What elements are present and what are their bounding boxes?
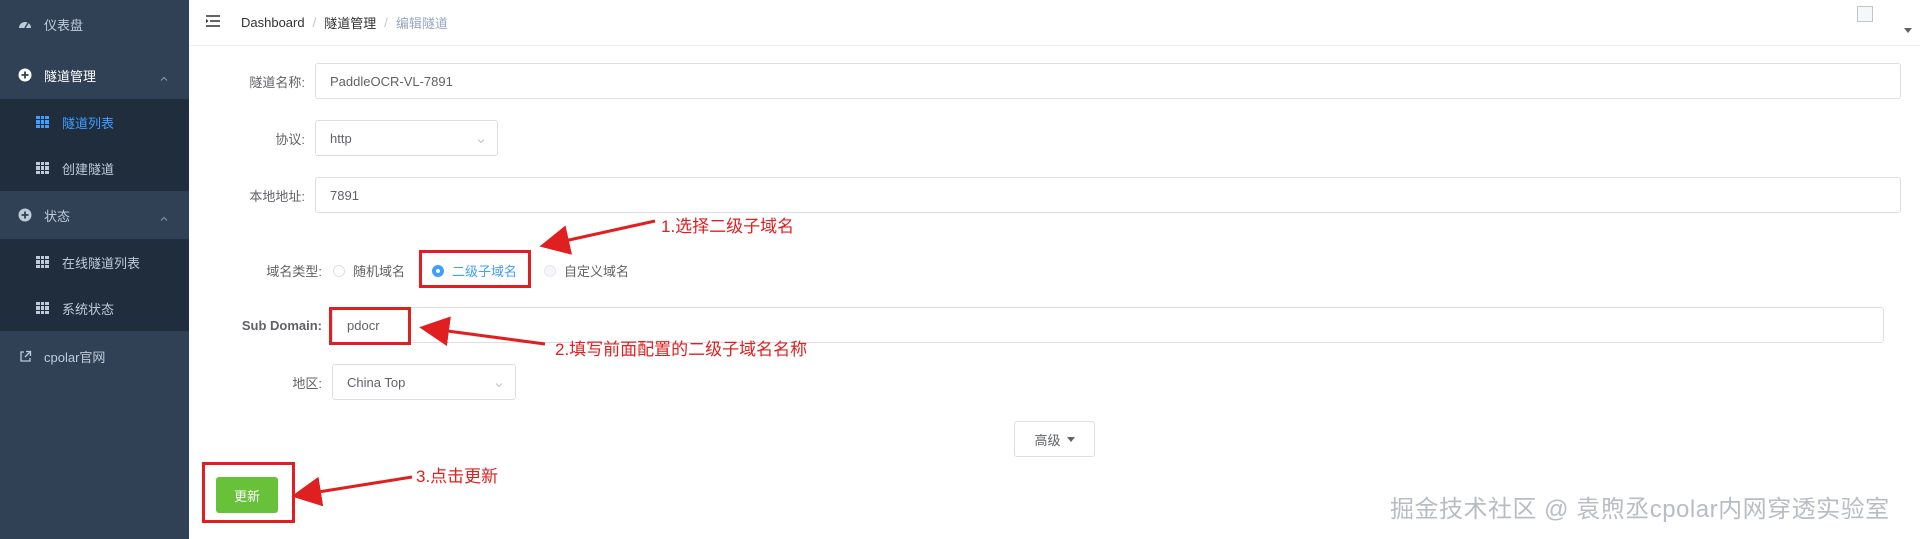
tunnel-name-label: 隧道名称: xyxy=(249,75,305,90)
sidebar-item-label: 在线隧道列表 xyxy=(62,255,141,271)
sidebar: 仪表盘 隧道管理 隧道列表 创建隧道 状态 在线隧道列表 系统状态 cpolar… xyxy=(0,0,189,539)
table-icon xyxy=(36,162,49,174)
chevron-up-icon xyxy=(160,71,168,81)
dashboard-icon xyxy=(18,17,32,31)
protocol-value: http xyxy=(330,130,352,146)
breadcrumb-edit-tunnel: 编辑隧道 xyxy=(395,16,448,31)
annotation-step2: 2.填写前面配置的二级子域名名称 xyxy=(555,340,808,359)
sub-domain-value: pdocr xyxy=(347,317,380,333)
radio-label: 自定义域名 xyxy=(564,264,630,279)
protocol-label: 协议: xyxy=(275,132,305,147)
sidebar-item-label: cpolar官网 xyxy=(44,349,106,365)
breadcrumb-separator: / xyxy=(312,15,317,30)
top-navbar: Dashboard / 隧道管理 / 编辑隧道 xyxy=(189,0,1920,46)
sidebar-item-label: 仪表盘 xyxy=(44,17,84,33)
sub-domain-label: Sub Domain: xyxy=(241,318,322,333)
sidebar-item-label: 隧道管理 xyxy=(44,68,97,84)
sidebar-item-tunnel-management[interactable]: 隧道管理 xyxy=(0,51,189,99)
local-address-input[interactable]: 7891 xyxy=(315,177,1901,213)
chevron-up-icon xyxy=(160,211,168,221)
submenu-status: 在线隧道列表 系统状态 xyxy=(0,239,189,331)
arrow-step1 xyxy=(539,219,656,255)
domain-type-label: 域名类型: xyxy=(266,264,322,279)
sidebar-item-cpolar-site[interactable]: cpolar官网 xyxy=(0,332,189,380)
region-value: China Top xyxy=(347,374,406,390)
radio-custom-domain[interactable]: 自定义域名 xyxy=(544,261,629,280)
external-link-icon xyxy=(18,349,32,363)
radio-label: 随机域名 xyxy=(353,264,406,279)
avatar[interactable] xyxy=(1857,6,1873,22)
table-icon xyxy=(36,302,49,314)
submenu-tunnels: 隧道列表 创建隧道 xyxy=(0,99,189,191)
sidebar-item-online-tunnels[interactable]: 在线隧道列表 xyxy=(0,239,189,285)
advanced-button-label: 高级 xyxy=(1034,432,1061,448)
advanced-button[interactable]: 高级 xyxy=(1014,421,1095,457)
local-address-value: 7891 xyxy=(330,187,359,203)
breadcrumb-dashboard[interactable]: Dashboard xyxy=(241,15,305,30)
sidebar-item-label: 创建隧道 xyxy=(62,161,115,177)
radio-random-domain[interactable]: 随机域名 xyxy=(333,261,405,280)
caret-down-icon xyxy=(1066,436,1075,442)
radio-circle xyxy=(544,264,556,277)
region-label: 地区: xyxy=(292,376,322,391)
update-button-label: 更新 xyxy=(233,488,260,504)
annotation-step1: 1.选择二级子域名 xyxy=(661,217,795,236)
caret-down-icon[interactable] xyxy=(1904,28,1912,33)
sidebar-item-label: 隧道列表 xyxy=(62,115,115,131)
breadcrumb-separator: / xyxy=(384,15,388,30)
breadcrumb-tunnel-management[interactable]: 隧道管理 xyxy=(324,13,376,32)
table-icon xyxy=(36,256,49,268)
table-icon xyxy=(36,116,49,128)
radio-circle xyxy=(432,264,444,277)
tunnel-name-input[interactable]: PaddleOCR-VL-7891 xyxy=(315,63,1901,99)
sidebar-item-system-status[interactable]: 系统状态 xyxy=(0,285,189,331)
radio-subdomain[interactable]: 二级子域名 xyxy=(432,261,517,280)
chevron-down-icon xyxy=(495,377,503,388)
chevron-down-icon xyxy=(477,133,485,144)
annotation-step3: 3.点击更新 xyxy=(416,467,499,486)
update-button[interactable]: 更新 xyxy=(216,477,278,513)
tunnel-name-value: PaddleOCR-VL-7891 xyxy=(330,73,453,89)
sidebar-item-label: 系统状态 xyxy=(62,301,115,317)
watermark: 掘金技术社区 @ 袁煦丞cpolar内网穿透实验室 xyxy=(1390,496,1890,523)
breadcrumb: Dashboard / 隧道管理 / 编辑隧道 xyxy=(241,13,448,32)
sidebar-item-tunnel-list[interactable]: 隧道列表 xyxy=(0,99,189,145)
plus-circle-icon xyxy=(18,208,32,222)
sidebar-item-dashboard[interactable]: 仪表盘 xyxy=(0,0,189,48)
hamburger-icon[interactable] xyxy=(205,14,221,28)
radio-circle xyxy=(333,264,345,277)
sidebar-item-status[interactable]: 状态 xyxy=(0,191,189,239)
region-select[interactable]: China Top xyxy=(332,364,516,400)
sidebar-item-label: 状态 xyxy=(44,208,71,224)
sidebar-item-create-tunnel[interactable]: 创建隧道 xyxy=(0,145,189,191)
local-address-label: 本地地址: xyxy=(249,189,305,204)
radio-label: 二级子域名 xyxy=(452,264,518,279)
plus-circle-icon xyxy=(18,68,32,82)
arrow-step3 xyxy=(291,475,413,507)
protocol-select[interactable]: http xyxy=(315,120,498,156)
